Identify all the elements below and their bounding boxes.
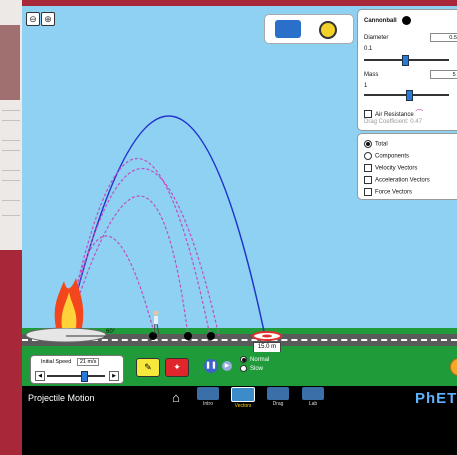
diameter-label: Diameter <box>364 35 389 41</box>
cannonball <box>184 332 192 340</box>
mass-min: 1 <box>364 83 368 89</box>
vector-option-velocity[interactable]: Velocity Vectors <box>364 164 417 172</box>
cannonball-icon <box>402 16 412 25</box>
diameter-min: 0.1 <box>364 46 373 52</box>
speed-normal-radio[interactable]: Normal <box>240 356 269 365</box>
air-resistance-toggle[interactable]: Air Resistance ⌒ <box>364 108 423 119</box>
cannon-angle-label: 60° <box>106 329 116 335</box>
zoom-in-icon[interactable]: ⊕ <box>41 12 55 26</box>
speed-slow-radio[interactable]: Slow <box>240 365 269 374</box>
drag-arc-icon: ⌒ <box>415 109 424 118</box>
app-title: Projectile Motion <box>28 393 95 403</box>
trajectory-path-2 <box>65 157 211 337</box>
pause-button[interactable]: ❚❚ <box>204 359 218 373</box>
mass-label: Mass <box>364 72 379 78</box>
tab-lab[interactable]: Lab <box>299 387 327 407</box>
tab-drag[interactable]: Drag <box>264 387 292 407</box>
phet-app-window: 60° ⊖ ⊕ Cannonball Diameter 0.5 m 0.1 Ma… <box>22 6 457 455</box>
air-resistance-label: Air Resistance <box>375 112 414 118</box>
initial-speed-slider[interactable] <box>47 371 105 382</box>
sim-speed-options: Normal Slow <box>240 356 269 374</box>
fire-icon: ✦ <box>173 362 181 372</box>
background-document <box>0 0 22 250</box>
vector-option-acceleration[interactable]: Acceleration Vectors <box>364 176 430 184</box>
mass-slider-knob[interactable] <box>406 90 413 101</box>
tab-vectors[interactable]: Vectors <box>229 387 257 409</box>
tab-intro[interactable]: Intro <box>194 387 222 407</box>
eraser-button[interactable]: ✎ <box>136 358 160 377</box>
eraser-icon: ✎ <box>144 362 152 372</box>
diameter-slider-knob[interactable] <box>402 55 409 66</box>
step-icon: ▶ <box>224 363 230 369</box>
drag-coefficient: Drag Coefficient: 0.47 <box>364 119 422 125</box>
vector-option-components[interactable]: Components <box>364 152 409 160</box>
phet-logo[interactable]: PhET <box>415 390 457 407</box>
mass-slider[interactable] <box>364 90 449 101</box>
vectors-panel: Total Components Velocity Vectors Accele… <box>357 133 457 200</box>
fire-button[interactable]: ✦ <box>165 358 189 377</box>
target-center <box>262 334 272 338</box>
speed-increment-button[interactable]: ▶ <box>109 371 119 381</box>
cannon-platform <box>25 327 107 343</box>
step-button[interactable]: ▶ <box>222 361 232 371</box>
diameter-slider[interactable] <box>364 55 449 66</box>
tools-panel <box>264 14 354 44</box>
trajectory-path-1 <box>65 115 266 337</box>
person-figure <box>153 310 160 335</box>
tape-measure-icon[interactable] <box>319 21 337 39</box>
zoom-out-icon[interactable]: ⊖ <box>26 12 40 26</box>
vector-option-total[interactable]: Total <box>364 140 388 148</box>
initial-speed-panel: Initial Speed 21 m/s ◀ ▶ <box>30 355 124 384</box>
stopwatch-icon[interactable] <box>275 20 301 38</box>
cannonball <box>207 332 215 340</box>
initial-speed-knob[interactable] <box>81 371 88 382</box>
diameter-value: 0.5 m <box>430 33 457 42</box>
projectile-name[interactable]: Cannonball <box>364 18 397 24</box>
home-icon[interactable]: ⌂ <box>172 390 180 405</box>
speed-decrement-button[interactable]: ◀ <box>35 371 45 381</box>
vector-option-force[interactable]: Force Vectors <box>364 188 412 196</box>
cannonball <box>149 332 157 340</box>
initial-speed-label: Initial Speed <box>41 359 72 365</box>
projectile-panel: Cannonball Diameter 0.5 m 0.1 Mass 5 kg … <box>357 9 457 131</box>
mass-value: 5 kg <box>430 70 457 79</box>
initial-speed-value: 21 m/s <box>76 358 100 366</box>
pause-icon: ❚❚ <box>205 362 217 369</box>
